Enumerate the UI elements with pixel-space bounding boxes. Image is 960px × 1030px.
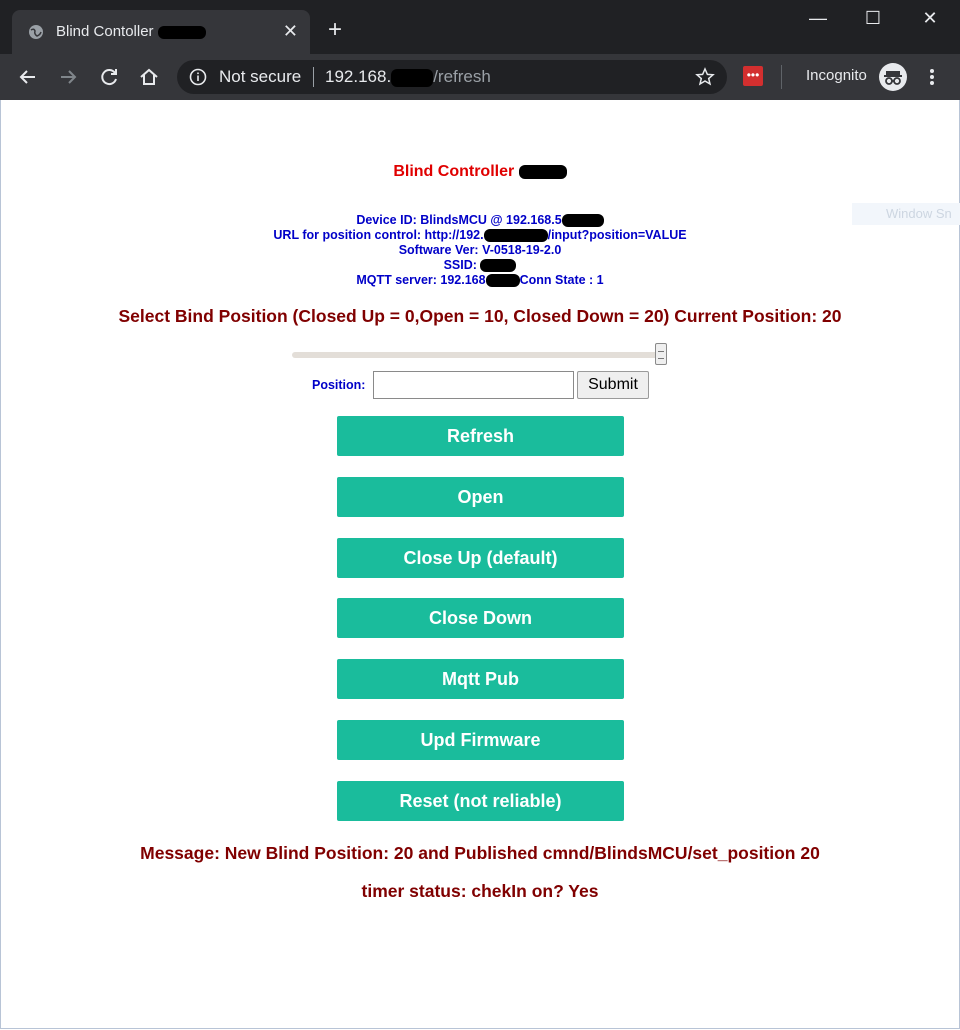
star-icon[interactable] <box>695 67 715 87</box>
globe-icon <box>29 25 43 39</box>
tab-title: Blind Contoller <box>56 23 206 40</box>
browser-toolbar: Not secure 192.168./refresh ••• Incognit… <box>0 54 960 100</box>
device-id: Device ID: BlindsMCU @ 192.168.5 <box>0 213 960 228</box>
position-input[interactable] <box>373 371 574 399</box>
submit-button[interactable]: Submit <box>577 371 649 399</box>
refresh-button[interactable]: Refresh <box>337 416 624 456</box>
timer-status: timer status: chekIn on? Yes <box>361 881 599 901</box>
plus-icon[interactable]: + <box>328 18 342 42</box>
status-message: Message: New Blind Position: 20 and Publ… <box>140 843 820 863</box>
incognito-label: Incognito <box>806 67 867 84</box>
select-position-prompt: Select Bind Position (Closed Up = 0,Open… <box>118 306 842 326</box>
reset-button[interactable]: Reset (not reliable) <box>337 781 624 821</box>
kebab-menu-icon[interactable] <box>924 66 940 88</box>
url-control: URL for position control: http://192./in… <box>273 228 687 243</box>
home-icon[interactable] <box>138 66 160 88</box>
forward-icon[interactable] <box>57 66 79 88</box>
maximize-icon[interactable]: ☐ <box>853 8 893 29</box>
incognito-icon[interactable] <box>879 63 907 91</box>
close-up-button[interactable]: Close Up (default) <box>337 538 624 578</box>
address-bar[interactable]: Not secure 192.168./refresh <box>177 60 727 94</box>
title-bar: Blind Contoller ✕ + — ☐ ✕ <box>0 0 960 54</box>
open-button[interactable]: Open <box>337 477 624 517</box>
page-title: Blind Controller <box>0 163 960 181</box>
back-icon[interactable] <box>17 66 39 88</box>
close-icon[interactable]: ✕ <box>283 22 298 40</box>
browser-tab[interactable]: Blind Contoller ✕ <box>12 10 310 54</box>
slider-thumb[interactable] <box>655 343 667 365</box>
close-down-button[interactable]: Close Down <box>337 598 624 638</box>
update-firmware-button[interactable]: Upd Firmware <box>337 720 624 760</box>
position-label: Position: <box>312 378 366 392</box>
url-text: 192.168./refresh <box>325 67 491 87</box>
info-icon[interactable] <box>189 68 207 86</box>
minimize-icon[interactable]: — <box>798 8 838 29</box>
mqtt-server: MQTT server: 192.168 Conn State : 1 <box>356 273 604 288</box>
software-version: Software Ver: V-0518-19-2.0 <box>398 243 562 257</box>
toolbar-separator <box>781 65 782 89</box>
lastpass-icon[interactable]: ••• <box>743 66 763 86</box>
address-separator <box>313 67 314 87</box>
reload-icon[interactable] <box>98 66 120 88</box>
security-label: Not secure <box>219 67 302 86</box>
window-close-icon[interactable]: ✕ <box>910 8 950 29</box>
ssid: SSID: <box>0 258 960 273</box>
position-slider[interactable] <box>292 343 667 365</box>
page-content: Window Sn Blind Controller Device ID: Bl… <box>0 100 960 1030</box>
mqtt-pub-button[interactable]: Mqtt Pub <box>337 659 624 699</box>
